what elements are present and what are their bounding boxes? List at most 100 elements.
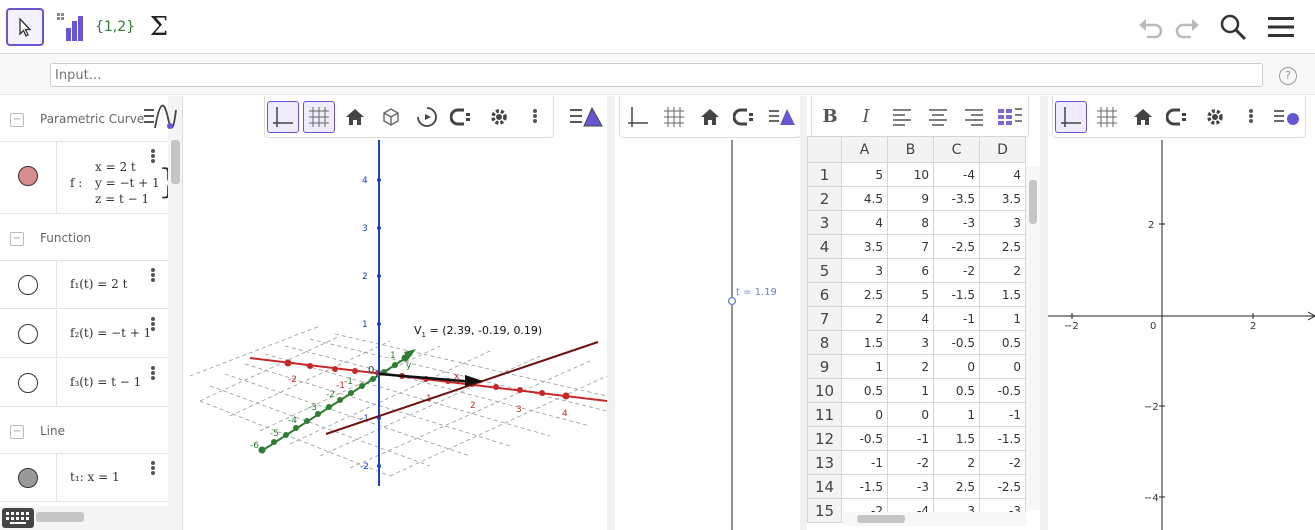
spreadsheet-cell[interactable]: -2.5 <box>979 474 1026 499</box>
align-center-button[interactable] <box>922 101 954 133</box>
spreadsheet-cell[interactable]: 0.5 <box>979 330 1026 355</box>
row-header[interactable]: 11 <box>807 402 842 427</box>
spreadsheet-cell[interactable]: -0.5 <box>979 378 1026 403</box>
row-header[interactable]: 5 <box>807 258 842 283</box>
spreadsheet-cell[interactable]: 1 <box>979 306 1026 331</box>
align-left-button[interactable] <box>886 101 918 133</box>
spreadsheet-cell[interactable]: -2.5 <box>933 234 980 259</box>
settings-button[interactable] <box>1199 101 1231 133</box>
collapse-icon[interactable]: − <box>10 232 24 246</box>
more-options-icon[interactable] <box>150 460 156 478</box>
graphics-view-2[interactable]: −2 0 2 2 −2 −4 <box>1048 96 1315 530</box>
spreadsheet-cell[interactable]: 2 <box>979 258 1026 283</box>
view-separator[interactable] <box>607 96 615 530</box>
search-button[interactable] <box>1216 10 1250 44</box>
spreadsheet-cell[interactable]: 1.5 <box>841 330 888 355</box>
spreadsheet-cell[interactable]: 0 <box>933 354 980 379</box>
spreadsheet-cell[interactable]: 0 <box>887 402 934 427</box>
graphics-3d-view[interactable]: 4 3 2 1 -1 -2 -6 -5 -4 -3 -2 -1 1 y -2 -… <box>189 96 608 530</box>
scrollbar-thumb[interactable] <box>171 140 180 184</box>
spreadsheet-grid[interactable]: A B C D 1 5 10 -4 4 2 4.5 9 -3.5 3.5 3 4 8 -3 3 4 3.5 7 -2… <box>807 136 1040 530</box>
graphics-3d-style-toggle[interactable] <box>568 102 604 134</box>
horizontal-scrollbar-thumb[interactable] <box>36 512 84 522</box>
collapse-icon[interactable]: − <box>10 425 24 439</box>
spreadsheet-cell[interactable]: -1 <box>841 450 888 475</box>
scrollbar-thumb[interactable] <box>857 515 905 523</box>
spreadsheet-cell[interactable]: 2.5 <box>933 474 980 499</box>
capture-button[interactable] <box>1163 101 1195 133</box>
column-header[interactable]: D <box>979 136 1026 163</box>
row-header[interactable]: 12 <box>807 426 842 451</box>
spreadsheet-cell[interactable]: -4 <box>933 162 980 187</box>
slider-point[interactable] <box>727 296 737 306</box>
spreadsheet-cell[interactable]: 1 <box>841 354 888 379</box>
more-options-icon[interactable] <box>150 148 156 166</box>
spreadsheet-cell[interactable]: -3 <box>887 474 934 499</box>
spreadsheet-cell[interactable]: 2 <box>933 450 980 475</box>
spreadsheet-cell[interactable]: 0 <box>841 402 888 427</box>
column-header[interactable]: C <box>933 136 980 163</box>
toggle-axes-button[interactable] <box>1055 100 1087 133</box>
row-header[interactable]: 15 <box>807 498 842 523</box>
visibility-toggle[interactable] <box>18 275 38 295</box>
row-header[interactable]: 1 <box>807 162 842 187</box>
row-header[interactable]: 6 <box>807 282 842 307</box>
spreadsheet-cell[interactable]: 1 <box>933 402 980 427</box>
row-header[interactable]: 3 <box>807 210 842 235</box>
algebra-scrollbar[interactable] <box>168 96 182 530</box>
toggle-grid-button[interactable] <box>658 101 690 133</box>
list-tool-button[interactable]: {1,2} <box>95 8 135 46</box>
row-header[interactable]: 4 <box>807 234 842 259</box>
slider-canvas[interactable]: t = 1.19 <box>615 96 800 530</box>
visibility-toggle[interactable] <box>18 166 38 186</box>
spreadsheet-cell[interactable]: 3 <box>887 330 934 355</box>
visibility-toggle[interactable] <box>18 468 38 488</box>
row-header[interactable]: 10 <box>807 378 842 403</box>
graphics-2-style-toggle[interactable] <box>1271 101 1303 133</box>
spreadsheet-cell[interactable]: 3.5 <box>979 186 1026 211</box>
move-tool-button[interactable] <box>6 8 44 46</box>
line-t1[interactable] <box>325 341 599 435</box>
spreadsheet-cell[interactable]: -1 <box>887 426 934 451</box>
spreadsheet-cell[interactable]: 4 <box>887 306 934 331</box>
spreadsheet-cell[interactable]: 3 <box>841 258 888 283</box>
algebra-item-line-t1[interactable]: t₁: x = 1 <box>0 454 168 502</box>
graphics-style-toggle[interactable] <box>766 101 798 133</box>
spreadsheet-cell[interactable]: 5 <box>841 162 888 187</box>
spreadsheet-cell[interactable]: -1 <box>933 306 980 331</box>
row-header[interactable]: 2 <box>807 186 842 211</box>
spreadsheet-cell[interactable]: 4 <box>979 162 1026 187</box>
visibility-toggle[interactable] <box>18 373 38 393</box>
spreadsheet-cell[interactable]: -2 <box>887 450 934 475</box>
spreadsheet-cell[interactable]: 1.5 <box>933 426 980 451</box>
main-menu-button[interactable] <box>1264 10 1298 44</box>
spreadsheet-cell[interactable]: 1.5 <box>979 282 1026 307</box>
spreadsheet-cell[interactable]: 2.5 <box>979 234 1026 259</box>
align-right-button[interactable] <box>958 101 990 133</box>
view-separator[interactable] <box>1040 96 1048 530</box>
home-button[interactable] <box>694 101 726 133</box>
spreadsheet-cell[interactable]: 7 <box>887 234 934 259</box>
spreadsheet-cell[interactable]: 0.5 <box>841 378 888 403</box>
visibility-toggle[interactable] <box>18 324 38 344</box>
view-cube-button[interactable] <box>375 101 407 133</box>
spreadsheet-cell[interactable]: -0.5 <box>933 330 980 355</box>
row-header[interactable]: 7 <box>807 306 842 331</box>
scrollbar-thumb[interactable] <box>1029 180 1037 224</box>
toggle-grid-button[interactable] <box>303 100 335 133</box>
algebra-style-button[interactable] <box>140 100 180 136</box>
home-button[interactable] <box>1127 101 1159 133</box>
more-options-button[interactable] <box>1235 101 1267 133</box>
spreadsheet-cell[interactable]: 9 <box>887 186 934 211</box>
graphics-3d-canvas[interactable]: 4 3 2 1 -1 -2 -6 -5 -4 -3 -2 -1 1 y -2 -… <box>189 96 608 530</box>
spreadsheet-cell[interactable]: 0.5 <box>933 378 980 403</box>
spreadsheet-cell[interactable]: 1 <box>887 378 934 403</box>
algebra-item-f3[interactable]: f₃(t) = t − 1 <box>0 359 168 407</box>
graphics-view-slider[interactable]: t = 1.19 <box>615 96 801 530</box>
corner-cell[interactable] <box>807 136 842 163</box>
column-header[interactable]: B <box>887 136 934 163</box>
algebra-item-f2[interactable]: f₂(t) = −t + 1 <box>0 310 168 358</box>
spreadsheet-cell[interactable]: 0 <box>979 354 1026 379</box>
cell-style-button[interactable] <box>994 101 1026 133</box>
keyboard-icon[interactable] <box>2 508 34 528</box>
